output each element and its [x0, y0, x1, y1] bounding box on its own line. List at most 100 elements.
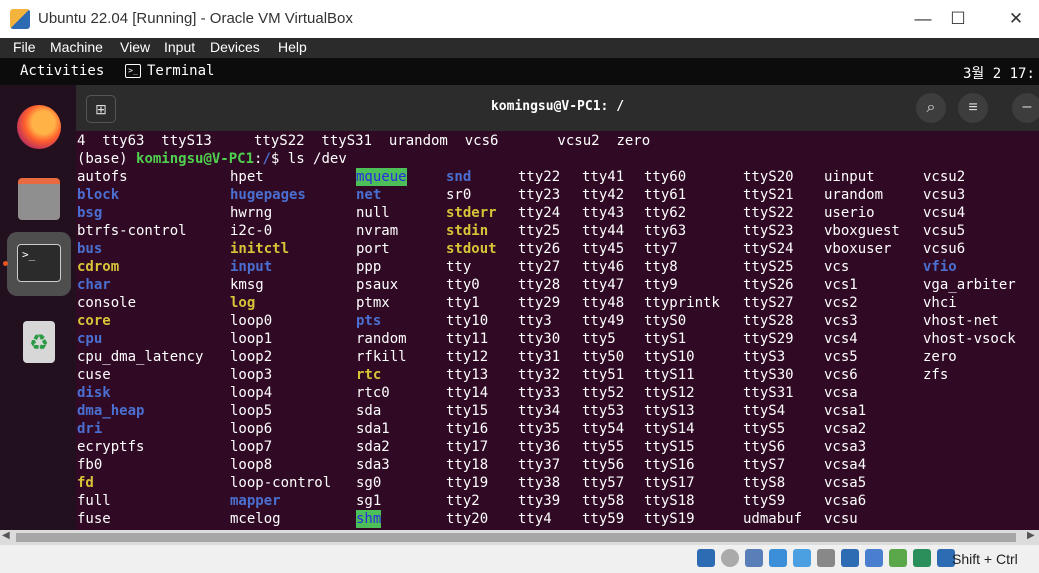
app-name: Terminal	[147, 63, 215, 79]
dev-entry: tty52	[582, 385, 625, 401]
dev-entry: fuse	[77, 511, 111, 527]
dev-entry: tty46	[582, 259, 625, 275]
menu-machine[interactable]: Machine	[50, 39, 103, 55]
dev-entry: ttyS25	[743, 259, 794, 275]
dev-entry: psaux	[356, 277, 399, 293]
dev-entry: zfs	[923, 367, 949, 383]
dev-entry: vcs4	[824, 331, 858, 347]
menu-view[interactable]: View	[120, 39, 150, 55]
dev-entry: tty15	[446, 403, 489, 419]
dev-entry: mqueue	[356, 168, 407, 186]
menu-input[interactable]: Input	[164, 39, 195, 55]
dev-entry: autofs	[77, 169, 128, 185]
menu-file[interactable]: File	[13, 39, 36, 55]
terminal-minimize-button[interactable]: –	[1012, 93, 1039, 123]
dock: >_ ♻	[0, 85, 76, 545]
close-button[interactable]: ✕	[993, 0, 1039, 38]
dev-entry: vcsa1	[824, 403, 867, 419]
files-icon[interactable]	[10, 168, 68, 226]
video-capture-icon[interactable]	[865, 549, 883, 567]
host-horizontal-scrollbar[interactable]: ◀ ▶	[0, 530, 1039, 545]
dev-entry: tty33	[518, 385, 561, 401]
maximize-button[interactable]: ☐	[935, 0, 981, 38]
dev-entry: tty4	[518, 511, 552, 527]
dev-entry: tty26	[518, 241, 561, 257]
firefox-icon[interactable]	[10, 98, 68, 156]
scrollbar-thumb[interactable]	[16, 533, 1016, 542]
hamburger-menu-button[interactable]: ≡	[958, 93, 988, 123]
guest-display[interactable]: Activities >_ Terminal 3월 2 17: >_ ♻ ⊞ k…	[0, 58, 1039, 545]
dev-entry: ttyS19	[644, 511, 695, 527]
audio-icon[interactable]	[745, 549, 763, 567]
terminal-header-bar: ⊞ komingsu@V-PC1: / ⌕ ≡ –	[76, 85, 1039, 131]
dev-entry: ttyS24	[743, 241, 794, 257]
dev-entry: udmabuf	[743, 511, 803, 527]
dev-entry: dma_heap	[77, 403, 145, 419]
dev-entry: console	[77, 295, 137, 311]
activities-button[interactable]: Activities	[20, 63, 104, 79]
optical-drive-icon[interactable]	[721, 549, 739, 567]
dev-entry: vboxuser	[824, 241, 892, 257]
dev-entry: tty1	[446, 295, 480, 311]
dev-entry: vcs3	[824, 313, 858, 329]
dev-entry: sr0	[446, 187, 472, 203]
dev-entry: ecryptfs	[77, 439, 145, 455]
terminal-icon[interactable]: >_	[7, 232, 71, 296]
dev-entry: tty23	[518, 187, 561, 203]
dev-entry: tty39	[518, 493, 561, 509]
dev-entry: ttyS10	[644, 349, 695, 365]
dev-entry: vga_arbiter	[923, 277, 1016, 293]
dev-entry: vcsa5	[824, 475, 867, 491]
dev-entry: vcsu5	[923, 223, 966, 239]
cpu-icon[interactable]	[889, 549, 907, 567]
dev-entry: fb0	[77, 457, 103, 473]
dev-entry: loop-control	[230, 475, 332, 491]
dev-entry: char	[77, 277, 111, 293]
dev-entry: ttyS23	[743, 223, 794, 239]
dev-entry: tty31	[518, 349, 561, 365]
dev-entry: tty12	[446, 349, 489, 365]
dev-entry: ttyS1	[644, 331, 687, 347]
dev-entry: rtc0	[356, 385, 390, 401]
dev-entry: hwrng	[230, 205, 273, 221]
display-icon[interactable]	[841, 549, 859, 567]
dev-entry: ttyS27	[743, 295, 794, 311]
network-icon[interactable]	[769, 549, 787, 567]
shared-folders-icon[interactable]	[817, 549, 835, 567]
dev-entry: tty62	[644, 205, 687, 221]
dev-entry: loop0	[230, 313, 273, 329]
usb-icon[interactable]	[793, 549, 811, 567]
dev-entry: tty42	[582, 187, 625, 203]
dev-entry: bsg	[77, 205, 103, 221]
dev-entry: tty50	[582, 349, 625, 365]
previous-output-line: 4 tty63 ttyS13 ttyS22 ttyS31 urandom vcs…	[77, 133, 651, 149]
dev-entry: cpu	[77, 331, 103, 347]
dev-entry: tty18	[446, 457, 489, 473]
dev-entry: tty43	[582, 205, 625, 221]
terminal-scrollbar[interactable]	[1025, 131, 1039, 531]
dev-entry: tty48	[582, 295, 625, 311]
dev-entry: tty2	[446, 493, 480, 509]
dev-entry: cdrom	[77, 258, 120, 276]
scroll-right-arrow-icon[interactable]: ▶	[1027, 530, 1035, 541]
dev-entry: ttyS17	[644, 475, 695, 491]
dev-entry: tty	[446, 259, 472, 275]
clock[interactable]: 3월 2 17:	[963, 63, 1035, 83]
dev-entry: vcsu	[824, 511, 858, 527]
dev-entry: tty36	[518, 439, 561, 455]
dev-entry: tty0	[446, 277, 480, 293]
search-button[interactable]: ⌕	[916, 93, 946, 123]
dev-entry: ttyS4	[743, 403, 786, 419]
dev-entry: tty24	[518, 205, 561, 221]
scroll-left-arrow-icon[interactable]: ◀	[2, 530, 10, 541]
dev-entry: loop4	[230, 385, 273, 401]
trash-icon[interactable]: ♻	[10, 313, 68, 371]
dev-entry: tty49	[582, 313, 625, 329]
guest-additions-icon[interactable]	[913, 549, 931, 567]
menu-help[interactable]: Help	[278, 39, 307, 55]
menu-devices[interactable]: Devices	[210, 39, 260, 55]
dev-entry: random	[356, 331, 407, 347]
hard-disk-icon[interactable]	[697, 549, 715, 567]
dev-entry: vcs6	[824, 367, 858, 383]
terminal-output[interactable]: 4 tty63 ttyS13 ttyS22 ttyS31 urandom vcs…	[76, 131, 1025, 531]
